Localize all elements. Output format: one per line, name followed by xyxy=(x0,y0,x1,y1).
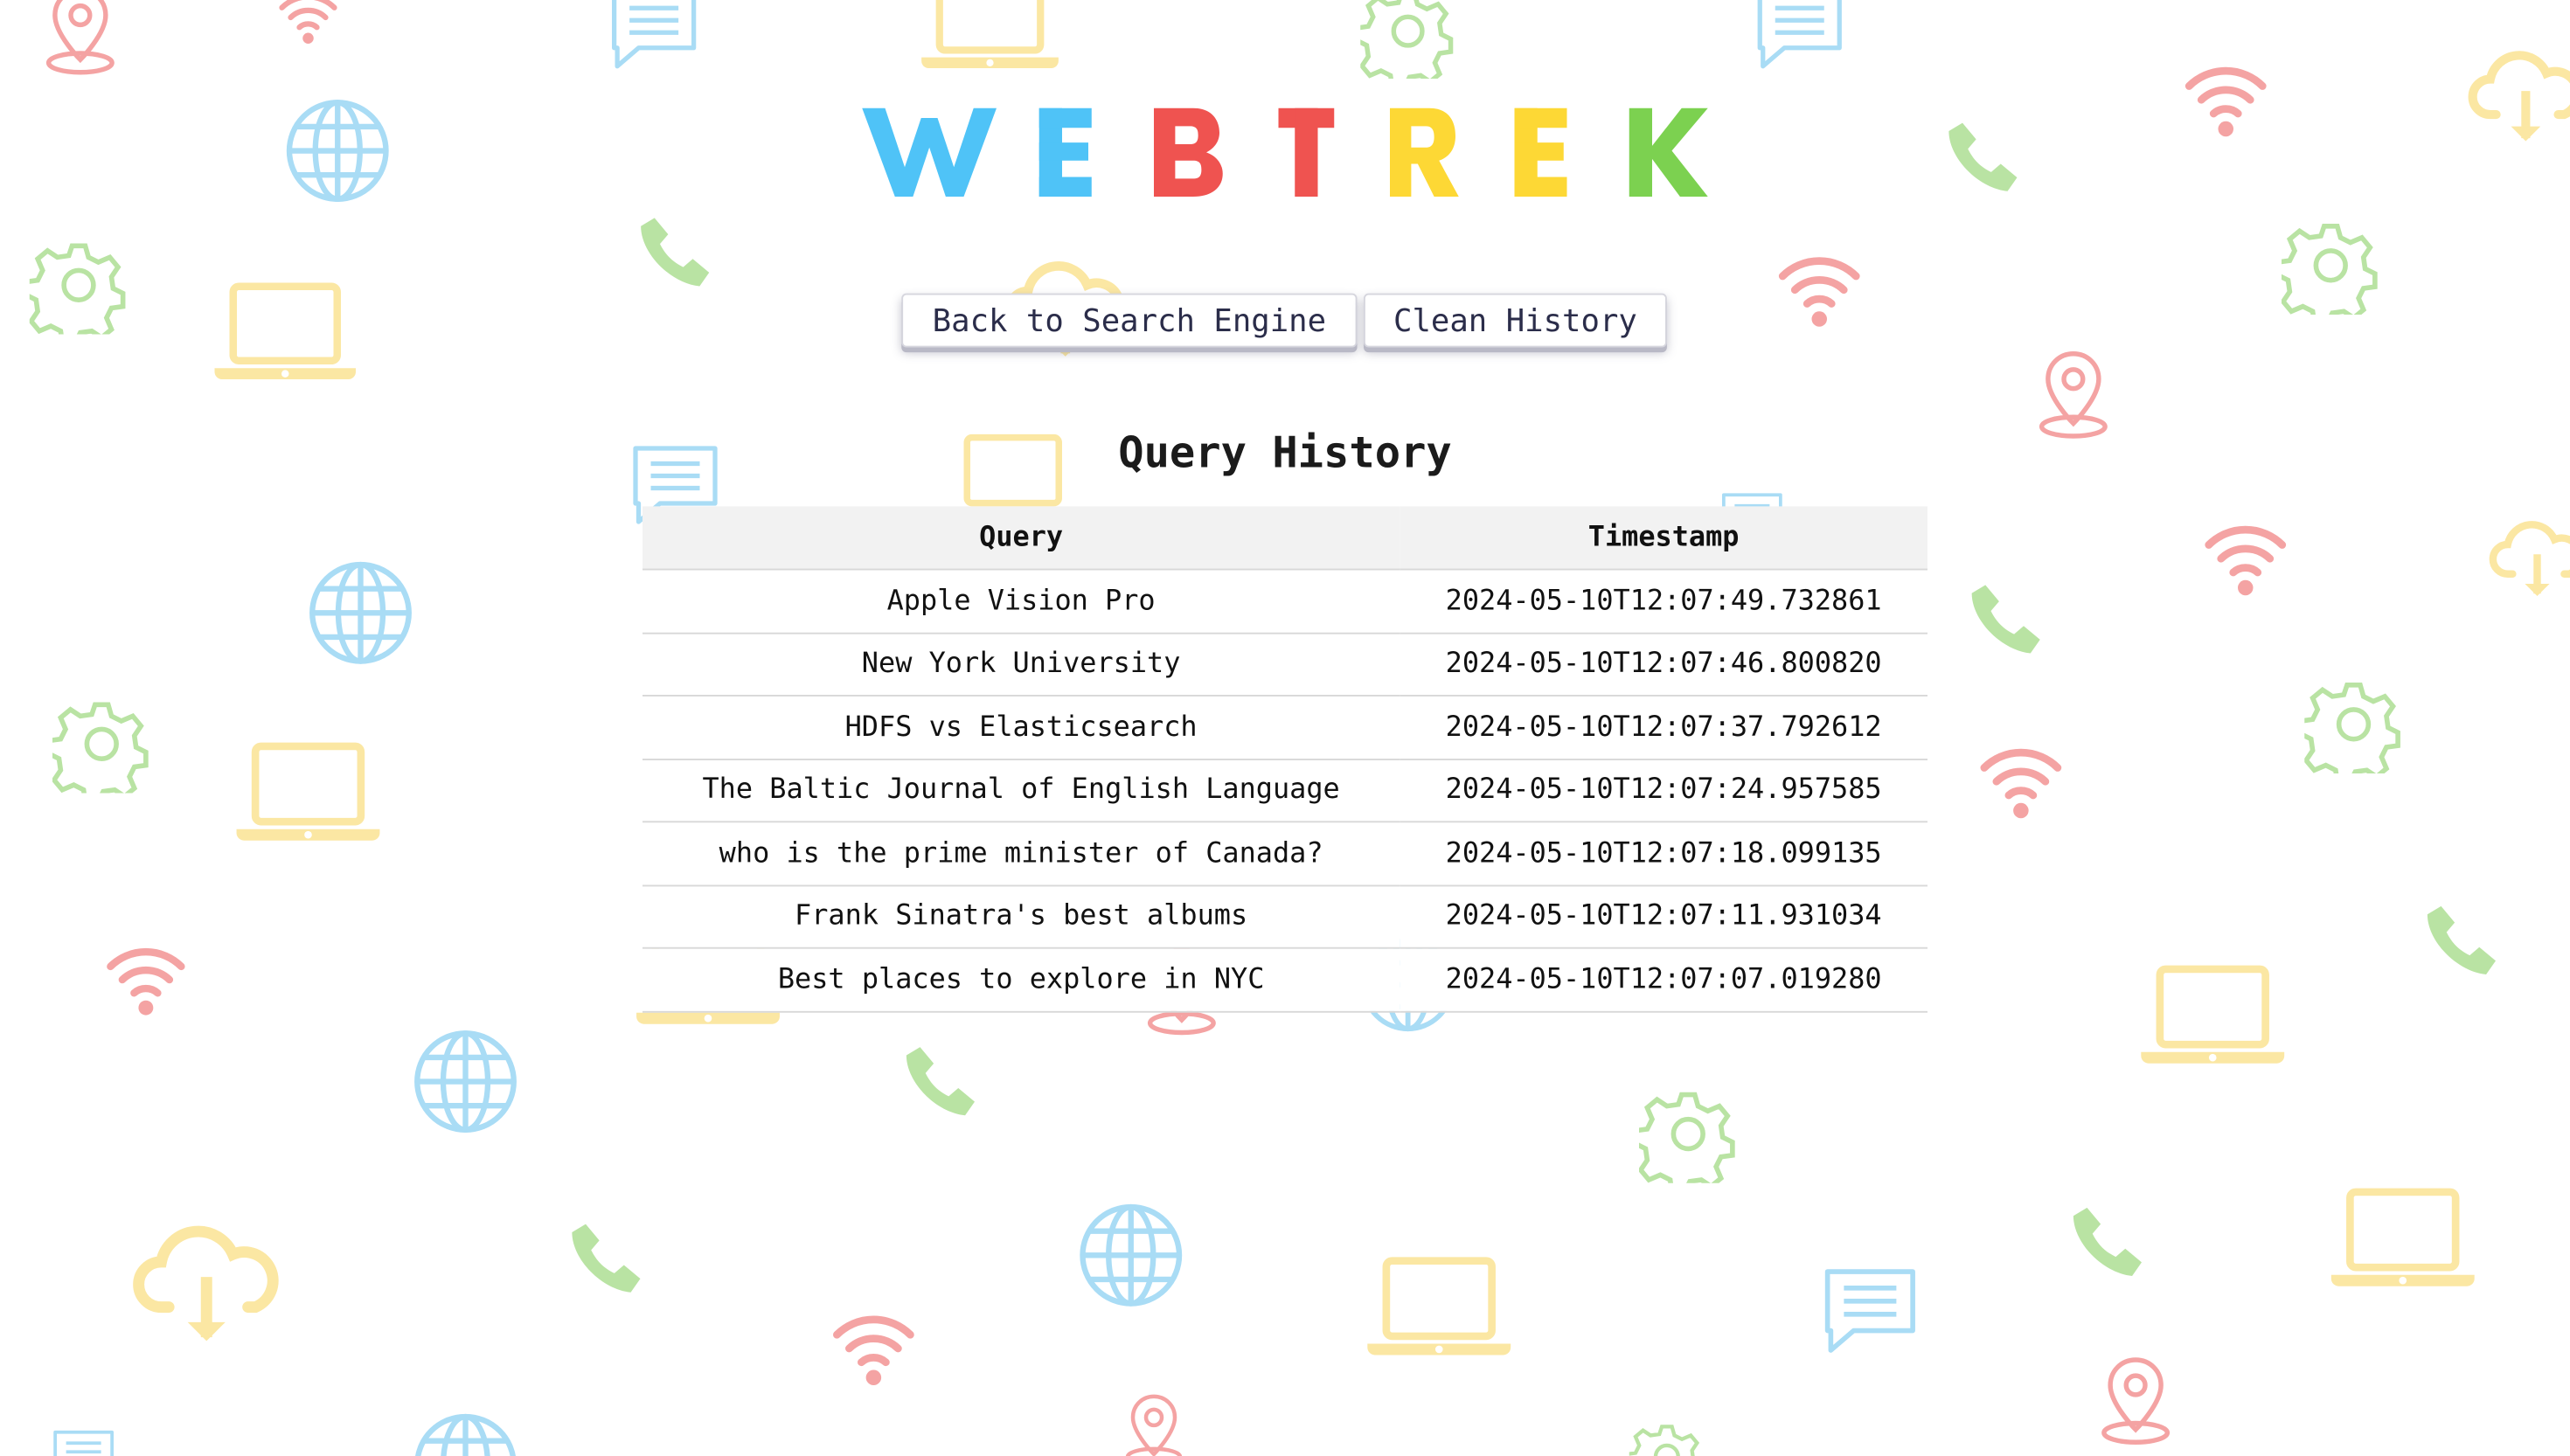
table-header-row: Query Timestamp xyxy=(642,506,1928,571)
gear-icon xyxy=(2304,676,2403,773)
gear-icon xyxy=(29,236,128,335)
table-row: Frank Sinatra's best albums 2024-05-10T1… xyxy=(642,884,1928,949)
globe-icon xyxy=(410,1410,522,1456)
laptop-icon xyxy=(2137,957,2289,1071)
wifi-icon xyxy=(1767,243,1872,335)
chat-bubble-icon xyxy=(1816,1262,1925,1361)
map-pin-icon xyxy=(2088,1344,2184,1456)
wifi-icon xyxy=(270,0,345,49)
timestamp-cell: 2024-05-10T12:07:18.099135 xyxy=(1400,822,1928,886)
laptop-icon xyxy=(914,0,1066,75)
page-title: Query History xyxy=(1118,429,1452,479)
gear-icon xyxy=(1639,1085,1738,1183)
clean-history-button[interactable]: Clean History xyxy=(1364,293,1667,348)
globe-icon xyxy=(1075,1200,1187,1312)
query-cell: Best places to explore in NYC xyxy=(642,947,1400,1012)
cloud-download-icon xyxy=(2467,33,2570,164)
laptop-icon xyxy=(233,734,384,849)
timestamp-cell: 2024-05-10T12:07:07.019280 xyxy=(1400,947,1928,1012)
chat-bubble-icon xyxy=(30,1425,138,1456)
timestamp-cell: 2024-05-10T12:07:24.957585 xyxy=(1400,759,1928,823)
globe-icon xyxy=(410,1026,522,1138)
logo-letter-w xyxy=(862,107,997,197)
phone-icon xyxy=(1941,114,2023,197)
wifi-icon xyxy=(2193,511,2298,603)
timestamp-cell: 2024-05-10T12:07:46.800820 xyxy=(1400,632,1928,697)
page: Back to Search Engine Clean History Quer… xyxy=(0,0,2570,1456)
wifi-icon xyxy=(1967,734,2075,826)
query-cell: who is the prime minister of Canada? xyxy=(642,822,1400,886)
query-cell: New York University xyxy=(642,632,1400,697)
laptop-icon xyxy=(210,275,361,387)
logo-letter-e2 xyxy=(1514,107,1567,197)
gear-icon xyxy=(1629,1419,1705,1456)
map-pin-icon xyxy=(1115,1373,1193,1456)
chat-bubble-icon xyxy=(1747,0,1852,75)
query-cell: Frank Sinatra's best albums xyxy=(642,884,1400,949)
map-pin-icon xyxy=(33,0,128,79)
table-row: The Baltic Journal of English Language 2… xyxy=(642,759,1928,823)
column-header-query: Query xyxy=(642,506,1400,571)
timestamp-cell: 2024-05-10T12:07:37.792612 xyxy=(1400,695,1928,760)
gear-icon xyxy=(2282,217,2380,315)
logo-letter-e xyxy=(1038,107,1092,197)
gear-icon xyxy=(1360,0,1455,79)
webtrek-logo xyxy=(859,92,1712,206)
phone-icon xyxy=(564,1216,646,1298)
wifi-icon xyxy=(820,1301,928,1393)
logo-letter-b xyxy=(1154,107,1223,197)
logo-letter-t xyxy=(1278,107,1335,197)
phone-icon xyxy=(1963,577,2046,659)
globe-icon xyxy=(305,558,417,669)
wifi-icon xyxy=(92,934,200,1023)
logo-letter-k xyxy=(1629,107,1708,197)
table-row: Apple Vision Pro 2024-05-10T12:07:49.732… xyxy=(642,569,1928,634)
table-row: Best places to explore in NYC 2024-05-10… xyxy=(642,947,1928,1012)
timestamp-cell: 2024-05-10T12:07:49.732861 xyxy=(1400,569,1928,634)
table-row: who is the prime minister of Canada? 202… xyxy=(642,822,1928,886)
phone-icon xyxy=(2420,898,2502,981)
phone-icon xyxy=(633,210,715,292)
phone-icon xyxy=(2066,1200,2148,1282)
column-header-timestamp: Timestamp xyxy=(1400,506,1928,571)
logo-letter-r xyxy=(1390,107,1459,197)
query-history-table: Query Timestamp Apple Vision Pro 2024-05… xyxy=(642,506,1928,1012)
table-row: New York University 2024-05-10T12:07:46.… xyxy=(642,632,1928,697)
timestamp-cell: 2024-05-10T12:07:11.931034 xyxy=(1400,884,1928,949)
query-cell: The Baltic Journal of English Language xyxy=(642,759,1400,823)
laptop-icon xyxy=(1364,1249,1515,1363)
query-cell: Apple Vision Pro xyxy=(642,569,1400,634)
back-to-search-button[interactable]: Back to Search Engine xyxy=(901,293,1358,348)
cloud-download-icon xyxy=(2488,495,2570,626)
wifi-icon xyxy=(2173,52,2278,144)
chat-bubble-icon xyxy=(600,0,708,75)
laptop-icon xyxy=(2328,1180,2479,1294)
table-row: HDFS vs Elasticsearch 2024-05-10T12:07:3… xyxy=(642,695,1928,760)
cloud-download-icon xyxy=(131,1219,282,1354)
gear-icon xyxy=(52,695,151,794)
globe-icon xyxy=(282,95,394,207)
query-cell: HDFS vs Elasticsearch xyxy=(642,695,1400,760)
map-pin-icon xyxy=(2026,337,2122,452)
phone-icon xyxy=(899,1039,981,1121)
